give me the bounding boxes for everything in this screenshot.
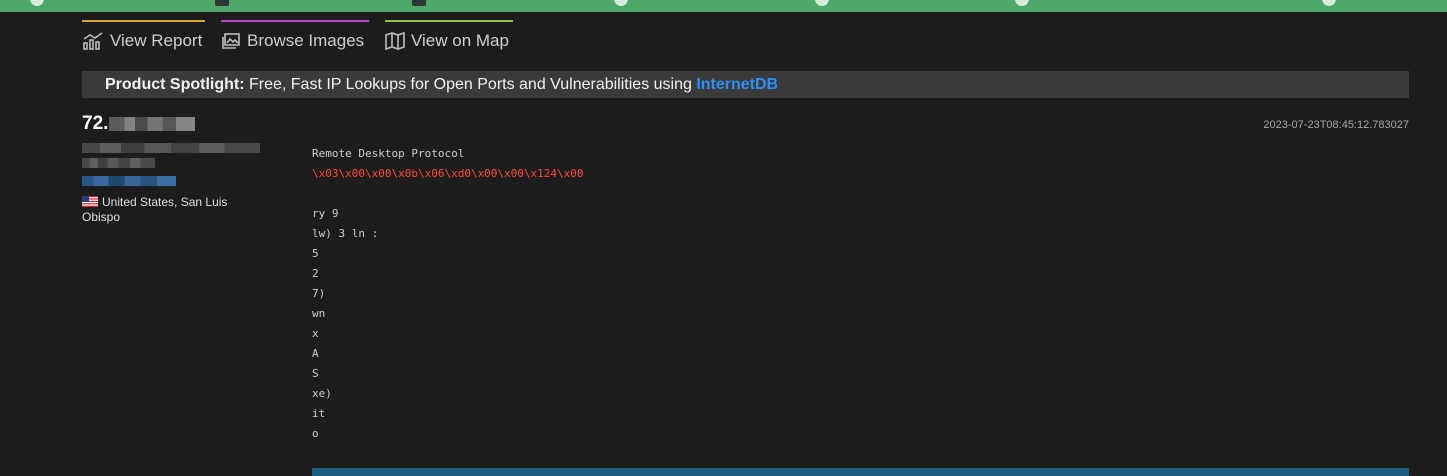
us-flag-icon: [82, 196, 98, 207]
redacted-isp-link[interactable]: [82, 176, 176, 186]
banner-line: S: [312, 367, 319, 380]
browser-bookmarks-bar: [0, 0, 1447, 12]
redacted-org: [82, 158, 155, 168]
bookmark-icon[interactable]: [614, 0, 628, 6]
redacted-hostname: [82, 143, 260, 153]
result-timestamp: 2023-07-23T08:45:12.783027: [1263, 119, 1409, 131]
banner-line: 2: [312, 267, 319, 280]
internetdb-link[interactable]: InternetDB: [696, 76, 778, 93]
globe-icon[interactable]: [30, 0, 44, 6]
service-name: Remote Desktop Protocol: [312, 147, 465, 160]
view-report-label: View Report: [110, 31, 203, 50]
banner-line: o: [312, 427, 319, 440]
banner-line: 7): [312, 287, 326, 300]
view-on-map-link[interactable]: View on Map: [385, 20, 513, 58]
spotlight-text: Free, Fast IP Lookups for Open Ports and…: [244, 76, 697, 93]
banner-line: x: [312, 327, 319, 340]
bookmark-icons: [0, 0, 1447, 8]
location-text: United States, San Luis Obispo: [82, 195, 228, 224]
spotlight-prefix: Product Spotlight:: [105, 76, 245, 93]
banner-line: wn: [312, 307, 326, 320]
banner-line: 5: [312, 247, 319, 260]
map-icon: [385, 32, 405, 50]
host-ip[interactable]: 72.: [82, 113, 196, 135]
ip-prefix: 72.: [82, 113, 109, 134]
chart-icon: [83, 32, 103, 50]
banner-line: it: [312, 407, 326, 420]
host-location: United States, San Luis Obispo: [82, 195, 252, 225]
view-on-map-label: View on Map: [411, 31, 509, 50]
banner-line: ry 9: [312, 207, 339, 220]
banner-line: A: [312, 347, 319, 360]
banner-line: lw) 3 ln :: [312, 227, 379, 240]
banner-line: [312, 184, 584, 204]
globe-icon[interactable]: [1015, 0, 1029, 6]
browse-images-link[interactable]: Browse Images: [221, 20, 369, 58]
globe-icon[interactable]: [815, 0, 829, 6]
service-banner: Remote Desktop Protocol \x03\x00\x00\x0b…: [312, 144, 584, 444]
banner-line: xe): [312, 387, 332, 400]
product-spotlight-banner: Product Spotlight: Free, Fast IP Lookups…: [82, 71, 1409, 98]
view-report-link[interactable]: View Report: [82, 20, 205, 58]
redacted-ip: [109, 117, 196, 131]
bookmark-icon[interactable]: [1322, 0, 1336, 6]
images-icon: [222, 33, 240, 49]
bookmark-icon[interactable]: [215, 0, 229, 6]
banner-hex: \x03\x00\x00\x0b\x06\xd0\x00\x00\x124\x0…: [312, 167, 584, 180]
browse-images-label: Browse Images: [247, 31, 365, 50]
next-section-header: [312, 468, 1409, 476]
bookmark-icon[interactable]: [412, 0, 426, 6]
host-nav: View Report Browse Images View on Map: [82, 20, 513, 60]
